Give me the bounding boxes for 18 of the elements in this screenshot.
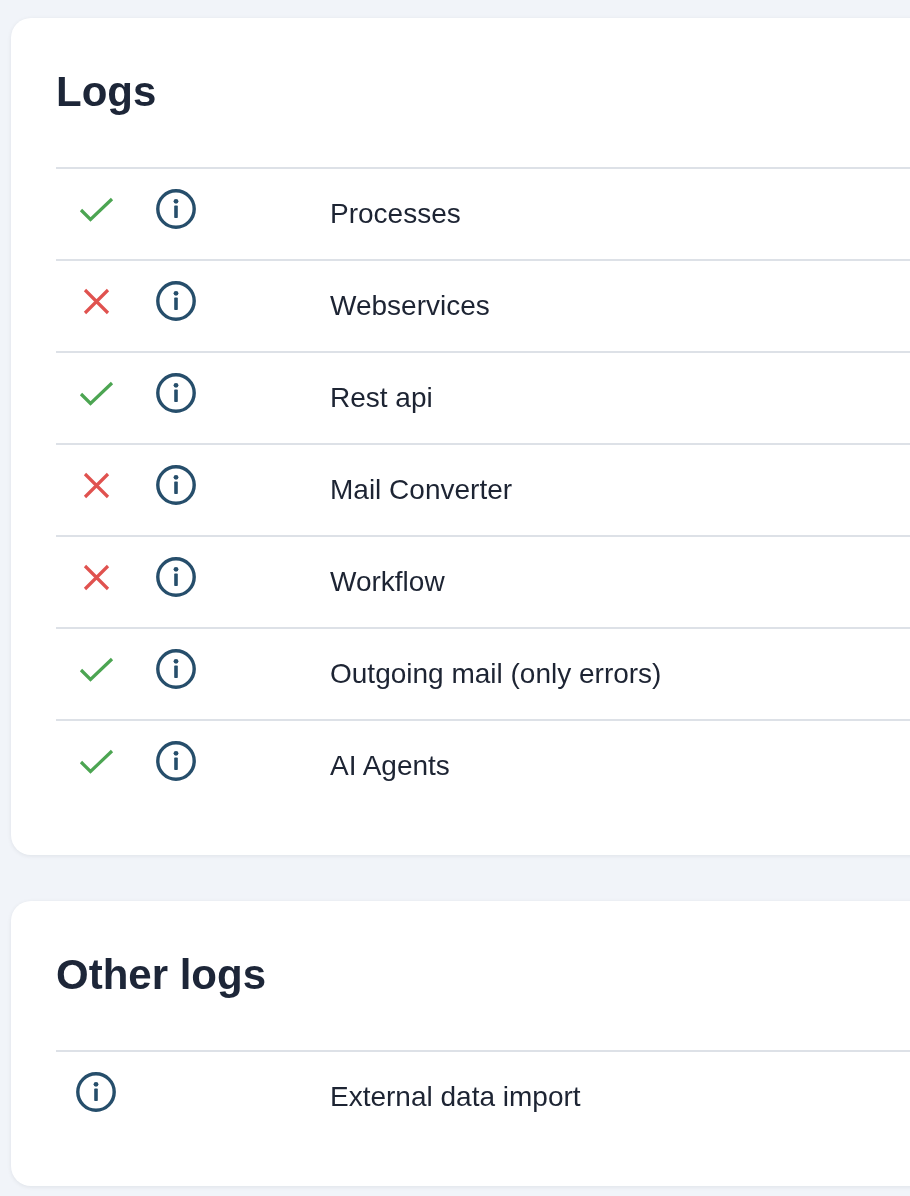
section-title: Other logs [56,954,267,996]
info-icon[interactable] [76,1072,116,1112]
info-icon[interactable] [156,281,196,321]
log-name: Webservices [330,292,490,320]
info-icon[interactable] [156,189,196,229]
log-name: Mail Converter [330,476,513,504]
log-name: Outgoing mail (only errors) [330,660,662,688]
log-name: Workflow [330,568,445,596]
section-title: Logs [56,71,157,113]
log-name: AI Agents [330,752,450,780]
info-icon[interactable] [156,649,196,689]
log-name: External data import [330,1083,581,1111]
info-icon[interactable] [156,373,196,413]
log-name: Rest api [330,384,433,412]
info-icon[interactable] [156,741,196,781]
log-name: Processes [330,200,461,228]
info-icon[interactable] [156,557,196,597]
info-icon[interactable] [156,465,196,505]
